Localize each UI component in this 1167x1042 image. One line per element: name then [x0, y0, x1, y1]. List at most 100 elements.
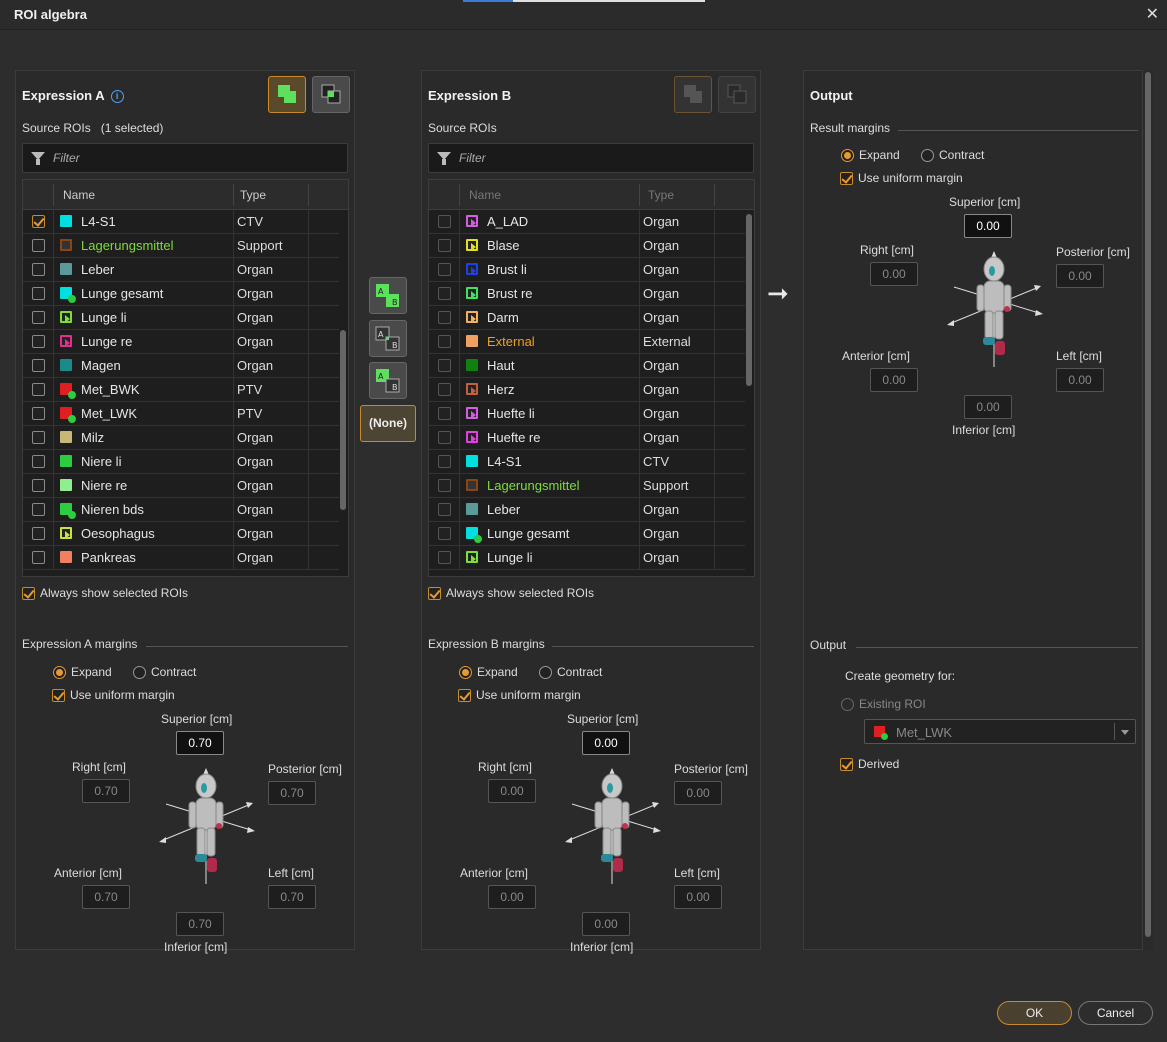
table-row[interactable]: Nieren bds Organ — [23, 498, 339, 522]
op-union-button[interactable] — [268, 76, 306, 113]
col-name[interactable]: Name — [469, 188, 501, 202]
row-checkbox[interactable] — [32, 215, 45, 228]
info-icon[interactable]: i — [110, 90, 124, 103]
left-field-b[interactable]: 0.00 — [674, 885, 722, 909]
row-checkbox[interactable] — [438, 551, 451, 564]
contract-radio-a[interactable] — [133, 666, 146, 679]
op-intersect-button-b[interactable] — [718, 76, 756, 113]
table-row[interactable]: Brust li Organ — [429, 258, 745, 282]
row-checkbox[interactable] — [32, 335, 45, 348]
roi-dropdown[interactable]: Met_LWK — [864, 719, 1136, 744]
existing-roi-radio[interactable] — [841, 698, 854, 711]
table-row[interactable]: Blase Organ — [429, 234, 745, 258]
row-checkbox[interactable] — [438, 383, 451, 396]
row-checkbox[interactable] — [438, 215, 451, 228]
table-row[interactable]: Lunge li Organ — [23, 306, 339, 330]
row-checkbox[interactable] — [438, 407, 451, 420]
superior-field-out[interactable]: 0.00 — [964, 214, 1012, 238]
row-checkbox[interactable] — [438, 527, 451, 540]
row-checkbox[interactable] — [32, 455, 45, 468]
row-checkbox[interactable] — [438, 335, 451, 348]
right-field-a[interactable]: 0.70 — [82, 779, 130, 803]
inferior-field-out[interactable]: 0.00 — [964, 395, 1012, 419]
left-field-out[interactable]: 0.00 — [1056, 368, 1104, 392]
row-checkbox[interactable] — [32, 551, 45, 564]
row-checkbox[interactable] — [438, 479, 451, 492]
row-checkbox[interactable] — [438, 263, 451, 276]
op-a-intersect-b-button[interactable]: AB — [369, 320, 407, 357]
row-checkbox[interactable] — [438, 239, 451, 252]
row-checkbox[interactable] — [32, 383, 45, 396]
table-row[interactable]: Herz Organ — [429, 378, 745, 402]
row-checkbox[interactable] — [32, 311, 45, 324]
filter-input-b[interactable]: Filter — [428, 143, 754, 173]
table-row[interactable]: Lunge gesamt Organ — [429, 522, 745, 546]
scrollbar[interactable] — [746, 214, 752, 386]
right-field-b[interactable]: 0.00 — [488, 779, 536, 803]
table-row[interactable]: Lunge gesamt Organ — [23, 282, 339, 306]
filter-input-a[interactable]: Filter — [22, 143, 348, 173]
row-checkbox[interactable] — [32, 239, 45, 252]
col-type[interactable]: Type — [648, 188, 674, 202]
table-row[interactable]: Lagerungsmittel Support — [429, 474, 745, 498]
ok-button[interactable]: OK — [997, 1001, 1072, 1025]
table-row[interactable]: Met_LWK PTV — [23, 402, 339, 426]
expand-radio-out[interactable] — [841, 149, 854, 162]
anterior-field-a[interactable]: 0.70 — [82, 885, 130, 909]
table-row[interactable]: Pankreas Organ — [23, 546, 339, 570]
op-a-minus-b-button[interactable]: AB — [369, 362, 407, 399]
row-checkbox[interactable] — [32, 263, 45, 276]
table-row[interactable]: Huefte re Organ — [429, 426, 745, 450]
cancel-button[interactable]: Cancel — [1078, 1001, 1153, 1025]
inferior-field-a[interactable]: 0.70 — [176, 912, 224, 936]
op-union-button-b[interactable] — [674, 76, 712, 113]
table-row[interactable]: Huefte li Organ — [429, 402, 745, 426]
table-row[interactable]: Niere re Organ — [23, 474, 339, 498]
superior-field-b[interactable]: 0.00 — [582, 731, 630, 755]
table-row[interactable]: A_LAD Organ — [429, 210, 745, 234]
row-checkbox[interactable] — [438, 359, 451, 372]
right-field-out[interactable]: 0.00 — [870, 262, 918, 286]
row-checkbox[interactable] — [32, 407, 45, 420]
scrollbar[interactable] — [340, 330, 346, 510]
op-intersect-button[interactable] — [312, 76, 350, 113]
superior-field-a[interactable]: 0.70 — [176, 731, 224, 755]
table-row[interactable]: Milz Organ — [23, 426, 339, 450]
posterior-field-out[interactable]: 0.00 — [1056, 264, 1104, 288]
inferior-field-b[interactable]: 0.00 — [582, 912, 630, 936]
col-name[interactable]: Name — [63, 188, 95, 202]
anterior-field-b[interactable]: 0.00 — [488, 885, 536, 909]
table-row[interactable]: Niere li Organ — [23, 450, 339, 474]
col-type[interactable]: Type — [240, 188, 266, 202]
table-row[interactable]: Brust re Organ — [429, 282, 745, 306]
row-checkbox[interactable] — [438, 503, 451, 516]
anterior-field-out[interactable]: 0.00 — [870, 368, 918, 392]
table-row[interactable]: L4-S1 CTV — [429, 450, 745, 474]
row-checkbox[interactable] — [32, 359, 45, 372]
row-checkbox[interactable] — [438, 287, 451, 300]
row-checkbox[interactable] — [32, 503, 45, 516]
table-row[interactable]: Magen Organ — [23, 354, 339, 378]
table-row[interactable]: Darm Organ — [429, 306, 745, 330]
table-row[interactable]: Met_BWK PTV — [23, 378, 339, 402]
left-field-a[interactable]: 0.70 — [268, 885, 316, 909]
table-row[interactable]: Leber Organ — [429, 498, 745, 522]
op-none-button[interactable]: (None) — [360, 405, 416, 442]
row-checkbox[interactable] — [438, 455, 451, 468]
table-row[interactable]: Lagerungsmittel Support — [23, 234, 339, 258]
row-checkbox[interactable] — [32, 287, 45, 300]
op-a-plus-b-button[interactable]: AB — [369, 277, 407, 314]
table-row[interactable]: External External — [429, 330, 745, 354]
close-icon[interactable]: ✕ — [1146, 4, 1159, 24]
contract-radio-b[interactable] — [539, 666, 552, 679]
expand-radio-a[interactable] — [53, 666, 66, 679]
contract-radio-out[interactable] — [921, 149, 934, 162]
expand-radio-b[interactable] — [459, 666, 472, 679]
row-checkbox[interactable] — [438, 431, 451, 444]
posterior-field-b[interactable]: 0.00 — [674, 781, 722, 805]
table-row[interactable]: Lunge li Organ — [429, 546, 745, 570]
table-row[interactable]: Oesophagus Organ — [23, 522, 339, 546]
scrollbar[interactable] — [1145, 72, 1151, 937]
posterior-field-a[interactable]: 0.70 — [268, 781, 316, 805]
table-row[interactable]: L4-S1 CTV — [23, 210, 339, 234]
